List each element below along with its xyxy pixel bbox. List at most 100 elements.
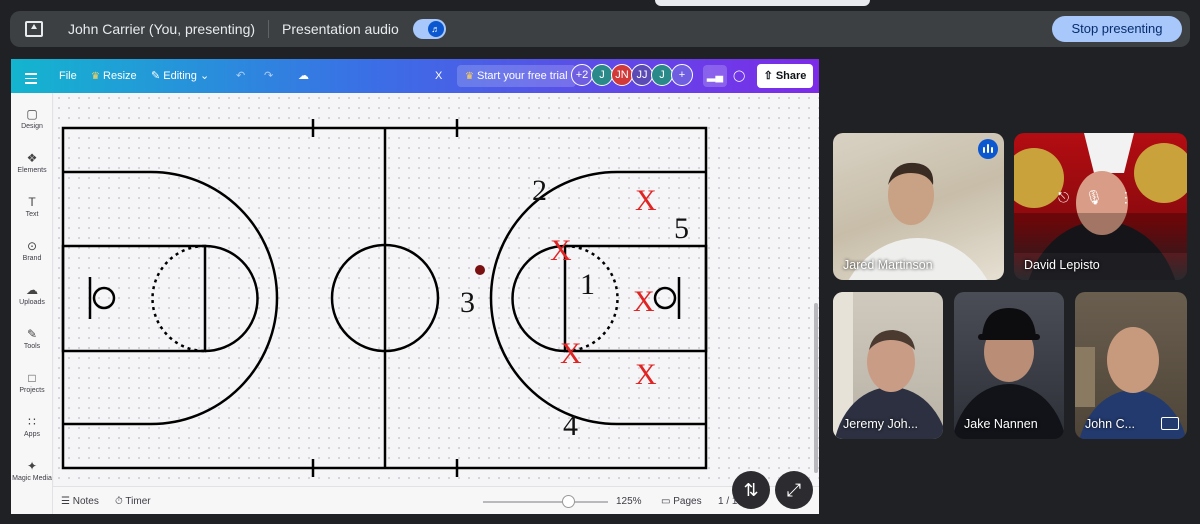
start-trial-button[interactable]: ♛ Start your free trial <box>457 65 576 87</box>
add-collaborator-button[interactable]: + <box>671 64 693 86</box>
sidebar-item-design[interactable]: ▢ Design <box>11 108 53 130</box>
zoom-label[interactable]: 125% <box>616 496 642 507</box>
participant-tile[interactable]: John C... <box>1075 292 1187 439</box>
collaborator-avatar[interactable]: J <box>651 64 673 86</box>
sidebar-item-label: Brand <box>22 255 42 262</box>
defender-x: X <box>560 337 582 370</box>
insights-icon[interactable]: ▂▄ <box>703 65 727 87</box>
sidebar-item-tools[interactable]: ✎ Tools <box>11 328 53 350</box>
collaborator-avatar[interactable]: J <box>591 64 613 86</box>
move-arrows-icon[interactable]: ⇅ <box>732 471 770 509</box>
zoom-slider-thumb[interactable] <box>562 495 575 508</box>
timer-icon: ⏱ <box>115 496 123 507</box>
share-label: Share <box>775 70 807 82</box>
player-3: 3 <box>460 286 475 319</box>
participant-tile[interactable]: Jared Martinson <box>833 133 1004 280</box>
canva-toolbar: File ♛ Resize ✎ Editing ⌄ ↶ ↷ ☁ X ♛ Star… <box>11 59 819 93</box>
participant-name: Jeremy Joh... <box>843 417 919 431</box>
undo-icon[interactable]: ↶ <box>236 59 245 93</box>
collaborator-avatar[interactable]: +2 <box>571 64 593 86</box>
timer-button[interactable]: ⏱ Timer <box>115 496 151 507</box>
menu-icon[interactable] <box>25 70 37 84</box>
sidebar-item-label: Apps <box>24 431 40 438</box>
upload-icon: ⇧ <box>763 70 773 82</box>
ball-dot <box>475 265 485 275</box>
crown-icon: ♛ <box>91 71 100 82</box>
sidebar-item-uploads[interactable]: ☁ Uploads <box>11 284 53 306</box>
pages-icon: ▭ <box>661 496 671 507</box>
pin-icon[interactable]: ⎋ <box>1058 189 1069 206</box>
sidebar-item-brand[interactable]: ⊙ Brand <box>11 240 53 262</box>
divider <box>268 20 270 38</box>
collaborator-avatar[interactable]: JJ <box>631 64 653 86</box>
player-1: 1 <box>580 268 595 301</box>
sidebar-item-magic-media[interactable]: ✦ Magic Media <box>11 460 53 482</box>
text-icon: T <box>28 195 36 209</box>
design-canvas[interactable]: 1 2 3 4 5 X X X X X <box>54 93 819 486</box>
resize-label: Resize <box>103 70 137 82</box>
player-5: 5 <box>674 212 689 245</box>
participant-name: David Lepisto <box>1024 258 1100 272</box>
rim-right <box>653 286 677 310</box>
elements-icon: ❖ <box>26 151 38 165</box>
notes-label: Notes <box>72 496 99 507</box>
sidebar-item-text[interactable]: T Text <box>11 196 53 218</box>
file-menu[interactable]: File <box>59 59 77 93</box>
sidebar-item-apps[interactable]: ∷ Apps <box>11 416 53 438</box>
participant-name: Jake Nannen <box>964 417 1038 431</box>
presentation-audio-toggle[interactable]: ♬ <box>412 19 446 39</box>
notes-button[interactable]: ☰ Notes <box>61 496 99 507</box>
chevron-down-icon: ⌄ <box>199 70 210 82</box>
apps-icon: ∷ <box>28 415 36 429</box>
ft-circle-left-dashed <box>151 244 206 353</box>
present-screen-icon <box>25 21 43 37</box>
timer-label: Timer <box>125 496 151 507</box>
sidebar-item-elements[interactable]: ❖ Elements <box>11 152 53 174</box>
layout-icon: ▢ <box>26 107 38 121</box>
collaborator-avatar[interactable]: JN <box>611 64 633 86</box>
pencil-icon: ✎ <box>151 70 161 82</box>
collaborator-avatars: +2 J JN JJ J + <box>571 64 693 88</box>
fullscreen-icon[interactable]: ⤢ <box>775 471 813 509</box>
sidebar-item-label: Elements <box>17 167 47 174</box>
cloud-save-icon[interactable]: ☁ <box>298 59 309 93</box>
participant-name: John C... <box>1085 417 1136 431</box>
pages-label: Pages <box>673 496 702 507</box>
share-button[interactable]: ⇧ Share <box>757 64 813 88</box>
tools-icon: ✎ <box>26 327 38 341</box>
projects-icon: □ <box>28 371 36 385</box>
defender-x: X <box>635 184 657 217</box>
pages-button[interactable]: ▭ Pages <box>661 496 702 507</box>
player-2: 2 <box>532 174 547 207</box>
picture-in-picture-icon[interactable] <box>1161 417 1179 430</box>
defender-x: X <box>633 285 655 318</box>
mic-icon[interactable]: 🎙 <box>1085 189 1103 206</box>
basketball-court-diagram: 1 2 3 4 5 X X X X X <box>61 119 708 477</box>
more-options-icon[interactable]: ⋮ <box>1119 189 1133 206</box>
sidebar-item-projects[interactable]: □ Projects <box>11 372 53 394</box>
stop-presenting-button[interactable]: Stop presenting <box>1052 16 1182 42</box>
sidebar-item-label: Design <box>21 123 43 130</box>
presenting-bar: John Carrier (You, presenting) Presentat… <box>10 11 1190 47</box>
close-x[interactable]: X <box>435 59 442 93</box>
shared-screen: File ♛ Resize ✎ Editing ⌄ ↶ ↷ ☁ X ♛ Star… <box>11 59 819 514</box>
canva-sidebar: ▢ Design ❖ Elements T Text ⊙ Brand ☁ Uploads ✎ Tool… <box>11 93 53 514</box>
zoom-slider-track[interactable] <box>483 501 608 503</box>
participant-tile[interactable]: ⎋ 🎙 ⋮ David Lepisto <box>1014 133 1187 280</box>
participant-tile[interactable]: Jake Nannen <box>954 292 1064 439</box>
resize-button[interactable]: ♛ Resize <box>91 59 137 93</box>
sidebar-item-label: Projects <box>19 387 45 394</box>
magic-media-icon: ✦ <box>26 459 38 473</box>
lane-left <box>61 244 207 353</box>
trial-label: Start your free trial <box>477 70 568 82</box>
brand-icon: ⊙ <box>26 239 38 253</box>
editing-dropdown[interactable]: ✎ Editing ⌄ <box>151 59 209 93</box>
player-4: 4 <box>563 409 578 442</box>
rim-left <box>92 286 116 310</box>
presenter-label: John Carrier (You, presenting) <box>68 21 256 37</box>
vertical-scrollbar[interactable] <box>814 303 818 473</box>
participant-tile[interactable]: Jeremy Joh... <box>833 292 943 439</box>
redo-icon[interactable]: ↷ <box>264 59 273 93</box>
comment-icon[interactable]: ◯ <box>733 59 745 93</box>
speaking-indicator-icon <box>978 139 998 159</box>
